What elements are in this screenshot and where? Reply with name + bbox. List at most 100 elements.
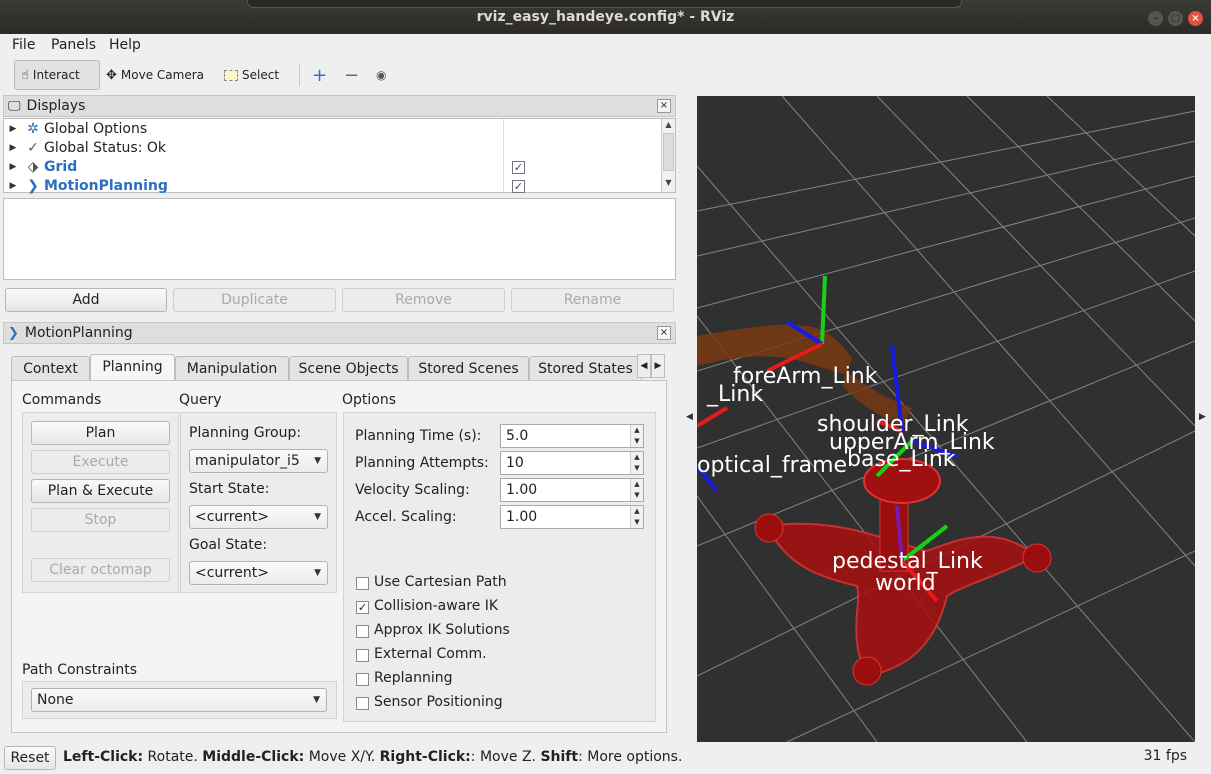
render-viewport[interactable]: foreArm_Link _Link shoulder_Link upperAr… — [697, 96, 1195, 742]
spin-arrows-icon[interactable]: ▲ ▼ — [630, 425, 643, 447]
query-group: Planning Group: manipulator_i5 ▼ Start S… — [180, 412, 337, 593]
expand-arrow-icon[interactable]: ▶ — [4, 181, 22, 191]
expand-arrow-icon[interactable]: ▶ — [4, 143, 22, 153]
spin-arrows-icon[interactable]: ▲ ▼ — [630, 479, 643, 501]
collapse-right-icon[interactable]: ▶ — [1199, 412, 1206, 422]
tree-item-grid[interactable]: ▶ ⬗ Grid — [4, 157, 504, 176]
plan-and-execute-button[interactable]: Plan & Execute — [31, 479, 170, 503]
move-camera-tool-button[interactable]: ✥ Move Camera — [100, 60, 210, 90]
scene-canvas[interactable]: foreArm_Link _Link shoulder_Link upperAr… — [697, 96, 1195, 742]
remove-display-button[interactable]: Remove — [342, 288, 505, 312]
chevron-down-icon: ▼ — [314, 456, 321, 466]
maximize-button[interactable]: □ — [1168, 11, 1183, 26]
tab-scene-objects[interactable]: Scene Objects — [289, 356, 408, 381]
clear-octomap-button[interactable]: Clear octomap — [31, 558, 170, 582]
close-icon[interactable]: × — [657, 326, 671, 340]
start-state-select[interactable]: <current> ▼ — [189, 505, 328, 529]
scroll-thumb[interactable] — [663, 133, 674, 171]
use-cartesian-path-checkbox[interactable] — [356, 577, 369, 590]
display-description-box — [3, 198, 676, 280]
tab-scroll-left-icon[interactable]: ◀ — [637, 354, 651, 378]
tree-item-label: Global Status: Ok — [44, 139, 167, 156]
tab-scroll-right-icon[interactable]: ▶ — [651, 354, 665, 378]
close-window-button[interactable]: × — [1188, 11, 1203, 26]
path-constraints-select[interactable]: None ▼ — [31, 688, 327, 712]
sensor-positioning-checkbox[interactable] — [356, 697, 369, 710]
expand-arrow-icon[interactable]: ▶ — [4, 124, 22, 134]
frame-label: world — [875, 571, 936, 596]
chevron-down-icon: ▼ — [314, 512, 321, 522]
tab-manipulation[interactable]: Manipulation — [175, 356, 289, 381]
toolbar: ☝ Interact ✥ Move Camera Select + − ◉ — [0, 58, 1211, 92]
close-icon[interactable]: × — [657, 99, 671, 113]
interact-label: Interact — [32, 68, 80, 82]
menu-file[interactable]: File — [12, 37, 35, 53]
goal-state-select[interactable]: <current> ▼ — [189, 561, 328, 585]
collision-aware-ik-checkbox[interactable]: ✓ — [356, 601, 369, 614]
grid-enabled-checkbox[interactable]: ✓ — [512, 161, 525, 174]
tree-item-motionplanning[interactable]: ▶ ❯ MotionPlanning — [4, 176, 504, 195]
menu-help[interactable]: Help — [109, 37, 141, 53]
tab-planning[interactable]: Planning — [90, 354, 175, 381]
select-tool-button[interactable]: Select — [218, 60, 285, 90]
menu-panels[interactable]: Panels — [51, 37, 96, 53]
motionplanning-title: MotionPlanning — [24, 325, 133, 341]
path-constraints-group: None ▼ — [22, 681, 337, 719]
tab-context[interactable]: Context — [11, 356, 90, 381]
frame-label: optical_frame — [697, 453, 847, 478]
approx-ik-solutions-checkbox[interactable] — [356, 625, 369, 638]
spin-arrows-icon[interactable]: ▲ ▼ — [630, 452, 643, 474]
motionplanning-icon: ❯ — [8, 325, 19, 341]
tree-item-label: MotionPlanning — [44, 177, 168, 194]
accel-scaling-label: Accel. Scaling: — [355, 509, 457, 525]
add-tool-icon[interactable]: + — [306, 60, 333, 90]
menubar: File Panels Help — [0, 34, 1211, 56]
commands-group-title: Commands — [22, 392, 102, 408]
scroll-down-icon[interactable]: ▼ — [662, 178, 675, 191]
move-camera-label: Move Camera — [120, 68, 204, 82]
planning-time-spinbox[interactable]: 5.0 ▲ ▼ — [500, 424, 644, 448]
external-comm-checkbox[interactable] — [356, 649, 369, 662]
stop-button[interactable]: Stop — [31, 508, 170, 532]
hint-key: Right-Click: — [379, 749, 471, 765]
use-cartesian-path-label: Use Cartesian Path — [374, 574, 507, 590]
displays-tree: ▶ ✲ Global Options ▶ ✓ Global Status: Ok… — [3, 118, 676, 195]
rename-display-button[interactable]: Rename — [511, 288, 674, 312]
duplicate-display-button[interactable]: Duplicate — [173, 288, 336, 312]
reset-view-button[interactable]: Reset — [4, 746, 56, 770]
tab-stored-states[interactable]: Stored States — [529, 356, 642, 381]
path-constraints-title: Path Constraints — [22, 662, 138, 678]
expand-arrow-icon[interactable]: ▶ — [4, 162, 22, 172]
tree-scrollbar[interactable]: ▲ ▼ — [661, 119, 675, 192]
minimize-button[interactable]: – — [1148, 11, 1163, 26]
mouse-hint-text: Left-Click: Rotate. Middle-Click: Move X… — [63, 749, 682, 765]
fps-counter: 31 fps — [1143, 748, 1187, 764]
path-constraints-value: None — [37, 692, 74, 708]
planning-group-value: manipulator_i5 — [195, 453, 300, 469]
tree-item-global-options[interactable]: ▶ ✲ Global Options — [4, 119, 504, 138]
accel-scaling-spinbox[interactable]: 1.00 ▲ ▼ — [500, 505, 644, 529]
motionplanning-enabled-checkbox[interactable]: ✓ — [512, 180, 525, 193]
replanning-checkbox[interactable] — [356, 673, 369, 686]
accel-scaling-value: 1.00 — [506, 509, 538, 525]
hint-action: Move X/Y. — [304, 749, 380, 765]
add-display-button[interactable]: Add — [5, 288, 167, 312]
interact-tool-button[interactable]: ☝ Interact — [14, 60, 100, 90]
remove-tool-icon[interactable]: − — [338, 60, 365, 90]
spin-arrows-icon[interactable]: ▲ ▼ — [630, 506, 643, 528]
view-eye-icon[interactable]: ◉ — [370, 60, 392, 90]
execute-button[interactable]: Execute — [31, 450, 170, 474]
tree-item-global-status[interactable]: ▶ ✓ Global Status: Ok — [4, 138, 504, 157]
scroll-up-icon[interactable]: ▲ — [662, 120, 675, 133]
planning-attempts-spinbox[interactable]: 10 ▲ ▼ — [500, 451, 644, 475]
top-panel-notch — [247, 0, 962, 8]
tab-stored-scenes[interactable]: Stored Scenes — [408, 356, 529, 381]
planning-time-label: Planning Time (s): — [355, 428, 482, 444]
hint-key: Left-Click: — [63, 749, 144, 765]
planning-group-select[interactable]: manipulator_i5 ▼ — [189, 449, 328, 473]
planning-attempts-label: Planning Attempts: — [355, 455, 489, 471]
plan-button[interactable]: Plan — [31, 421, 170, 445]
velocity-scaling-spinbox[interactable]: 1.00 ▲ ▼ — [500, 478, 644, 502]
options-group-title: Options — [342, 392, 397, 408]
collapse-left-icon[interactable]: ◀ — [686, 412, 693, 422]
